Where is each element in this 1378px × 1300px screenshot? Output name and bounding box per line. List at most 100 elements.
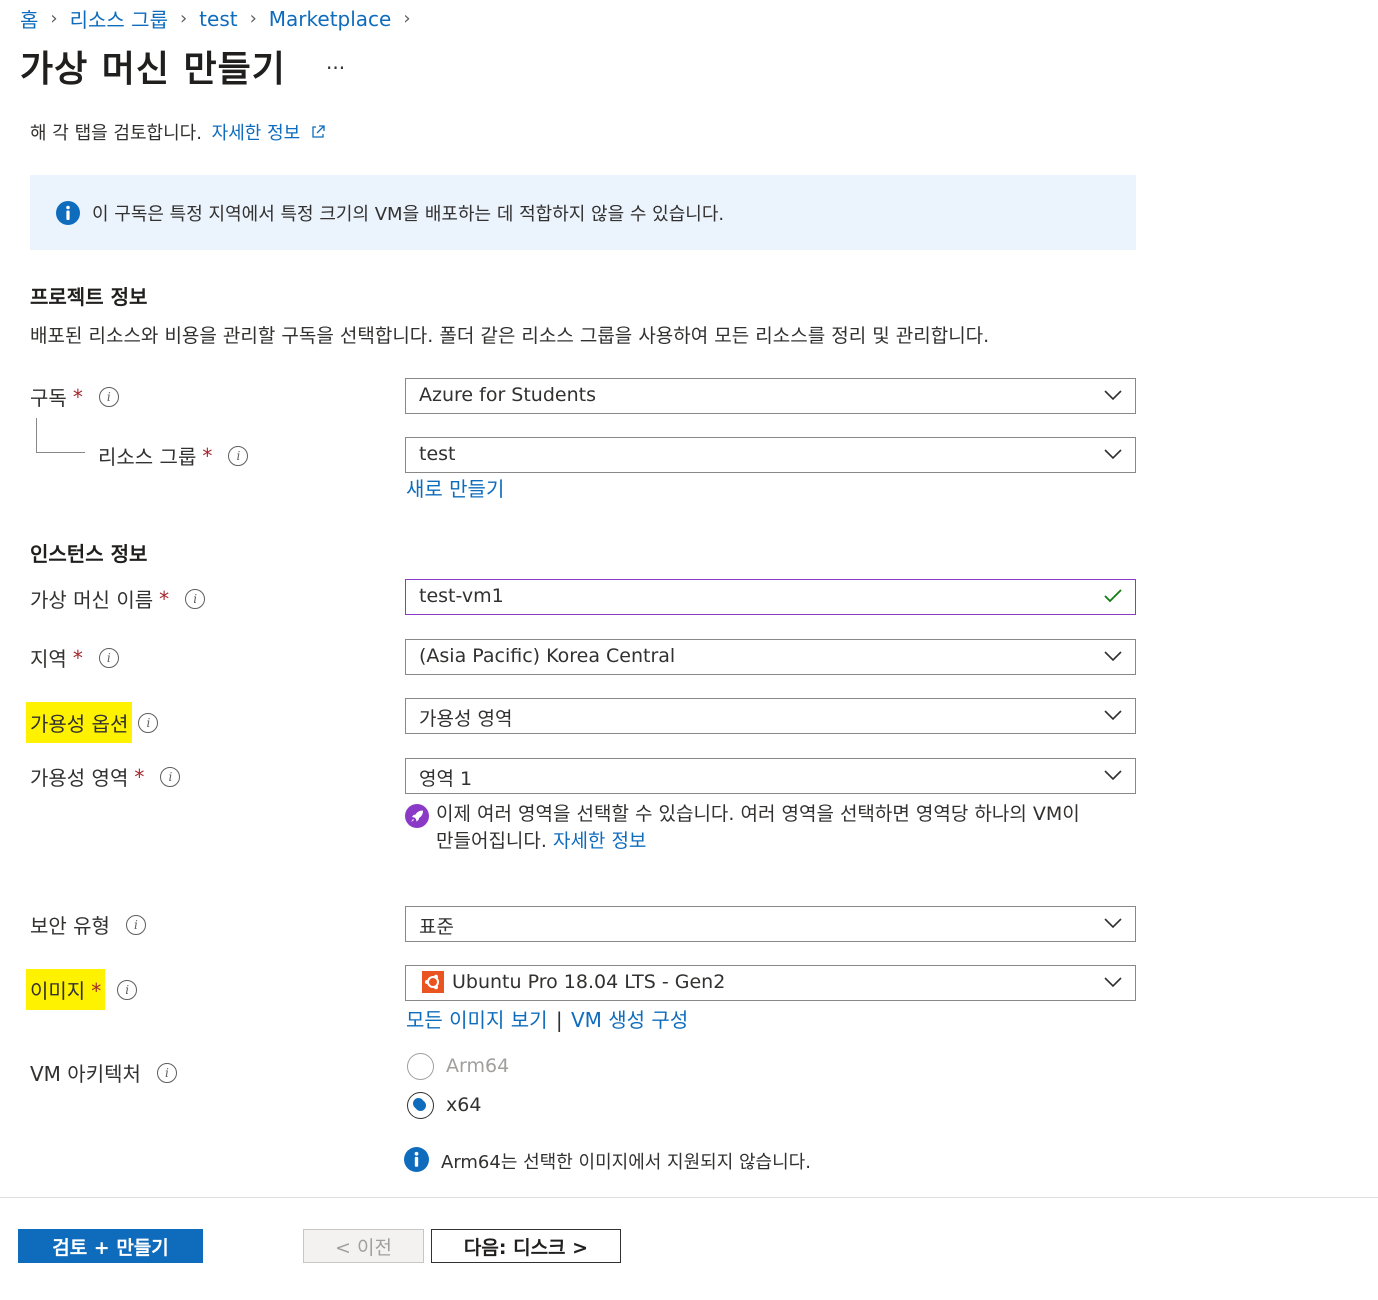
availability-option-label-text: 가용성 옵션 xyxy=(26,702,133,743)
availability-zone-label: 가용성 영역 * i xyxy=(30,762,181,791)
breadcrumb-test[interactable]: test xyxy=(199,7,237,31)
security-type-dropdown[interactable]: 표준 xyxy=(405,906,1136,942)
ubuntu-icon xyxy=(422,971,444,993)
chevron-down-icon xyxy=(1104,710,1122,721)
availability-zone-dropdown[interactable]: 영역 1 xyxy=(405,758,1136,794)
tree-connector xyxy=(36,418,85,453)
more-options-icon[interactable]: ... xyxy=(326,50,345,74)
info-icon[interactable]: i xyxy=(125,914,146,935)
info-icon[interactable]: i xyxy=(98,647,119,668)
breadcrumb-marketplace[interactable]: Marketplace xyxy=(269,7,392,31)
required-mark: * xyxy=(72,645,83,670)
availability-option-label: 가용성 옵션 i xyxy=(26,702,159,743)
footer-divider xyxy=(0,1197,1378,1198)
radio-arm64[interactable] xyxy=(407,1053,434,1080)
region-label-text: 지역 xyxy=(30,647,67,671)
region-label: 지역 * i xyxy=(30,643,119,672)
zone-note-line1: 이제 여러 영역을 선택할 수 있습니다. 여러 영역을 선택하면 영역당 하나… xyxy=(436,803,1080,825)
region-dropdown[interactable]: (Asia Pacific) Korea Central xyxy=(405,639,1136,675)
image-dropdown[interactable]: Ubuntu Pro 18.04 LTS - Gen2 xyxy=(405,965,1136,1001)
required-mark: * xyxy=(159,586,170,611)
subscription-label-text: 구독 xyxy=(30,386,67,410)
chevron-down-icon xyxy=(1104,449,1122,460)
chevron-down-icon xyxy=(1104,977,1122,988)
vm-name-value: test-vm1 xyxy=(419,585,504,607)
radio-x64[interactable] xyxy=(407,1092,434,1119)
radio-x64-label: x64 xyxy=(446,1094,482,1116)
availability-zone-note: 이제 여러 영역을 선택할 수 있습니다. 여러 영역을 선택하면 영역당 하나… xyxy=(436,801,1080,855)
banner-text: 이 구독은 특정 지역에서 특정 크기의 VM을 배포하는 데 적합하지 않을 … xyxy=(92,204,725,225)
chevron-right-icon: › xyxy=(249,8,257,29)
zone-learn-more-link[interactable]: 자세한 정보 xyxy=(553,830,646,852)
breadcrumb-resource-groups[interactable]: 리소스 그룹 xyxy=(70,4,168,33)
availability-option-dropdown[interactable]: 가용성 영역 xyxy=(405,698,1136,734)
info-icon[interactable]: i xyxy=(117,979,138,1000)
external-link-icon xyxy=(312,125,325,138)
subscription-dropdown[interactable]: Azure for Students xyxy=(405,378,1136,414)
info-icon xyxy=(404,1147,429,1172)
project-section-title: 프로젝트 정보 xyxy=(30,285,148,309)
rocket-icon xyxy=(405,804,429,828)
breadcrumb: 홈 › 리소스 그룹 › test › Marketplace › xyxy=(20,4,423,33)
required-mark: * xyxy=(91,979,102,1003)
chevron-down-icon xyxy=(1104,918,1122,929)
chevron-right-icon: › xyxy=(403,8,411,29)
info-icon[interactable]: i xyxy=(185,588,206,609)
chevron-down-icon xyxy=(1104,651,1122,662)
checkmark-icon xyxy=(1104,589,1122,603)
link-separator: | xyxy=(555,1008,563,1032)
vm-architecture-label-text: VM 아키텍처 xyxy=(30,1062,141,1086)
image-label-text: 이미지 * xyxy=(26,969,106,1010)
next-disks-button[interactable]: 다음: 디스크 > xyxy=(431,1229,621,1263)
chevron-down-icon xyxy=(1104,390,1122,401)
intro-body: 해 각 탭을 검토합니다. xyxy=(30,123,202,144)
required-mark: * xyxy=(202,443,213,468)
image-label: 이미지 * i xyxy=(26,969,138,1010)
required-mark: * xyxy=(72,384,83,409)
vm-name-label: 가상 머신 이름 * i xyxy=(30,584,206,613)
zone-note-line2-text: 만들어집니다. xyxy=(436,830,547,852)
security-type-label: 보안 유형 i xyxy=(30,910,146,939)
resource-group-value: test xyxy=(419,443,456,465)
instance-section-title: 인스턴스 정보 xyxy=(30,542,148,566)
chevron-right-icon: › xyxy=(179,8,188,29)
image-value: Ubuntu Pro 18.04 LTS - Gen2 xyxy=(452,971,726,993)
image-value-wrap: Ubuntu Pro 18.04 LTS - Gen2 xyxy=(422,971,725,993)
breadcrumb-home[interactable]: 홈 xyxy=(20,4,38,33)
review-create-button[interactable]: 검토 + 만들기 xyxy=(18,1229,203,1263)
info-icon[interactable]: i xyxy=(160,766,181,787)
resource-group-dropdown[interactable]: test xyxy=(405,437,1136,473)
previous-button[interactable]: < 이전 xyxy=(303,1229,424,1263)
zone-note-line2: 만들어집니다. 자세한 정보 xyxy=(436,828,1080,855)
learn-more-link[interactable]: 자세한 정보 xyxy=(212,123,326,144)
security-type-value: 표준 xyxy=(419,916,454,938)
security-type-label-text: 보안 유형 xyxy=(30,914,110,938)
vm-name-label-text: 가상 머신 이름 xyxy=(30,588,154,612)
availability-zone-label-text: 가용성 영역 xyxy=(30,766,129,790)
availability-zone-value: 영역 1 xyxy=(419,768,473,790)
learn-more-label: 자세한 정보 xyxy=(211,123,301,144)
resource-group-label-text: 리소스 그룹 xyxy=(98,445,197,469)
chevron-down-icon xyxy=(1104,770,1122,781)
subscription-value: Azure for Students xyxy=(419,384,596,406)
info-icon[interactable]: i xyxy=(228,445,249,466)
subscription-label: 구독 * i xyxy=(30,382,119,411)
region-value: (Asia Pacific) Korea Central xyxy=(419,645,676,667)
chevron-right-icon: › xyxy=(50,8,58,29)
radio-arm64-label: Arm64 xyxy=(446,1055,510,1077)
project-section-desc: 배포된 리소스와 비용을 관리할 구독을 선택합니다. 폴더 같은 리소스 그룹… xyxy=(30,325,990,347)
availability-option-value: 가용성 영역 xyxy=(419,708,513,730)
vm-architecture-label: VM 아키텍처 i xyxy=(30,1058,177,1087)
info-icon[interactable]: i xyxy=(98,386,119,407)
configure-vm-generation-link[interactable]: VM 생성 구성 xyxy=(571,1008,688,1032)
architecture-note: Arm64는 선택한 이미지에서 지원되지 않습니다. xyxy=(441,1152,811,1173)
image-links: 모든 이미지 보기 | VM 생성 구성 xyxy=(406,1004,688,1033)
required-mark: * xyxy=(134,764,145,789)
create-new-link[interactable]: 새로 만들기 xyxy=(406,473,504,502)
see-all-images-link[interactable]: 모든 이미지 보기 xyxy=(406,1008,548,1032)
info-icon[interactable]: i xyxy=(138,712,159,733)
info-icon xyxy=(56,201,80,225)
vm-name-input[interactable]: test-vm1 xyxy=(405,579,1136,615)
page-title: 가상 머신 만들기 xyxy=(20,49,286,90)
info-icon[interactable]: i xyxy=(156,1062,177,1083)
